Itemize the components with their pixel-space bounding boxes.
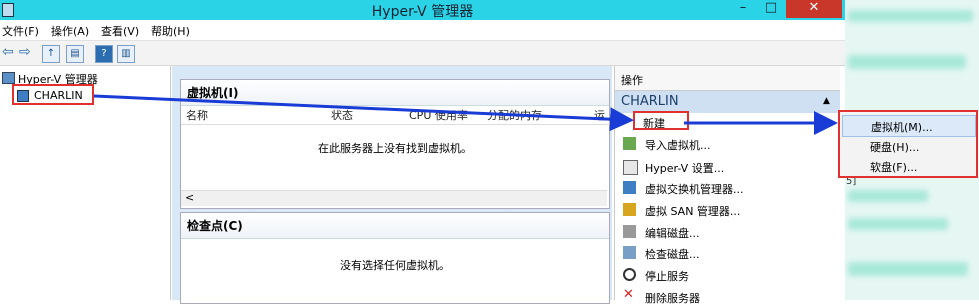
arrow-server-to-new	[93, 94, 634, 132]
annotation-arrows	[93, 94, 838, 135]
